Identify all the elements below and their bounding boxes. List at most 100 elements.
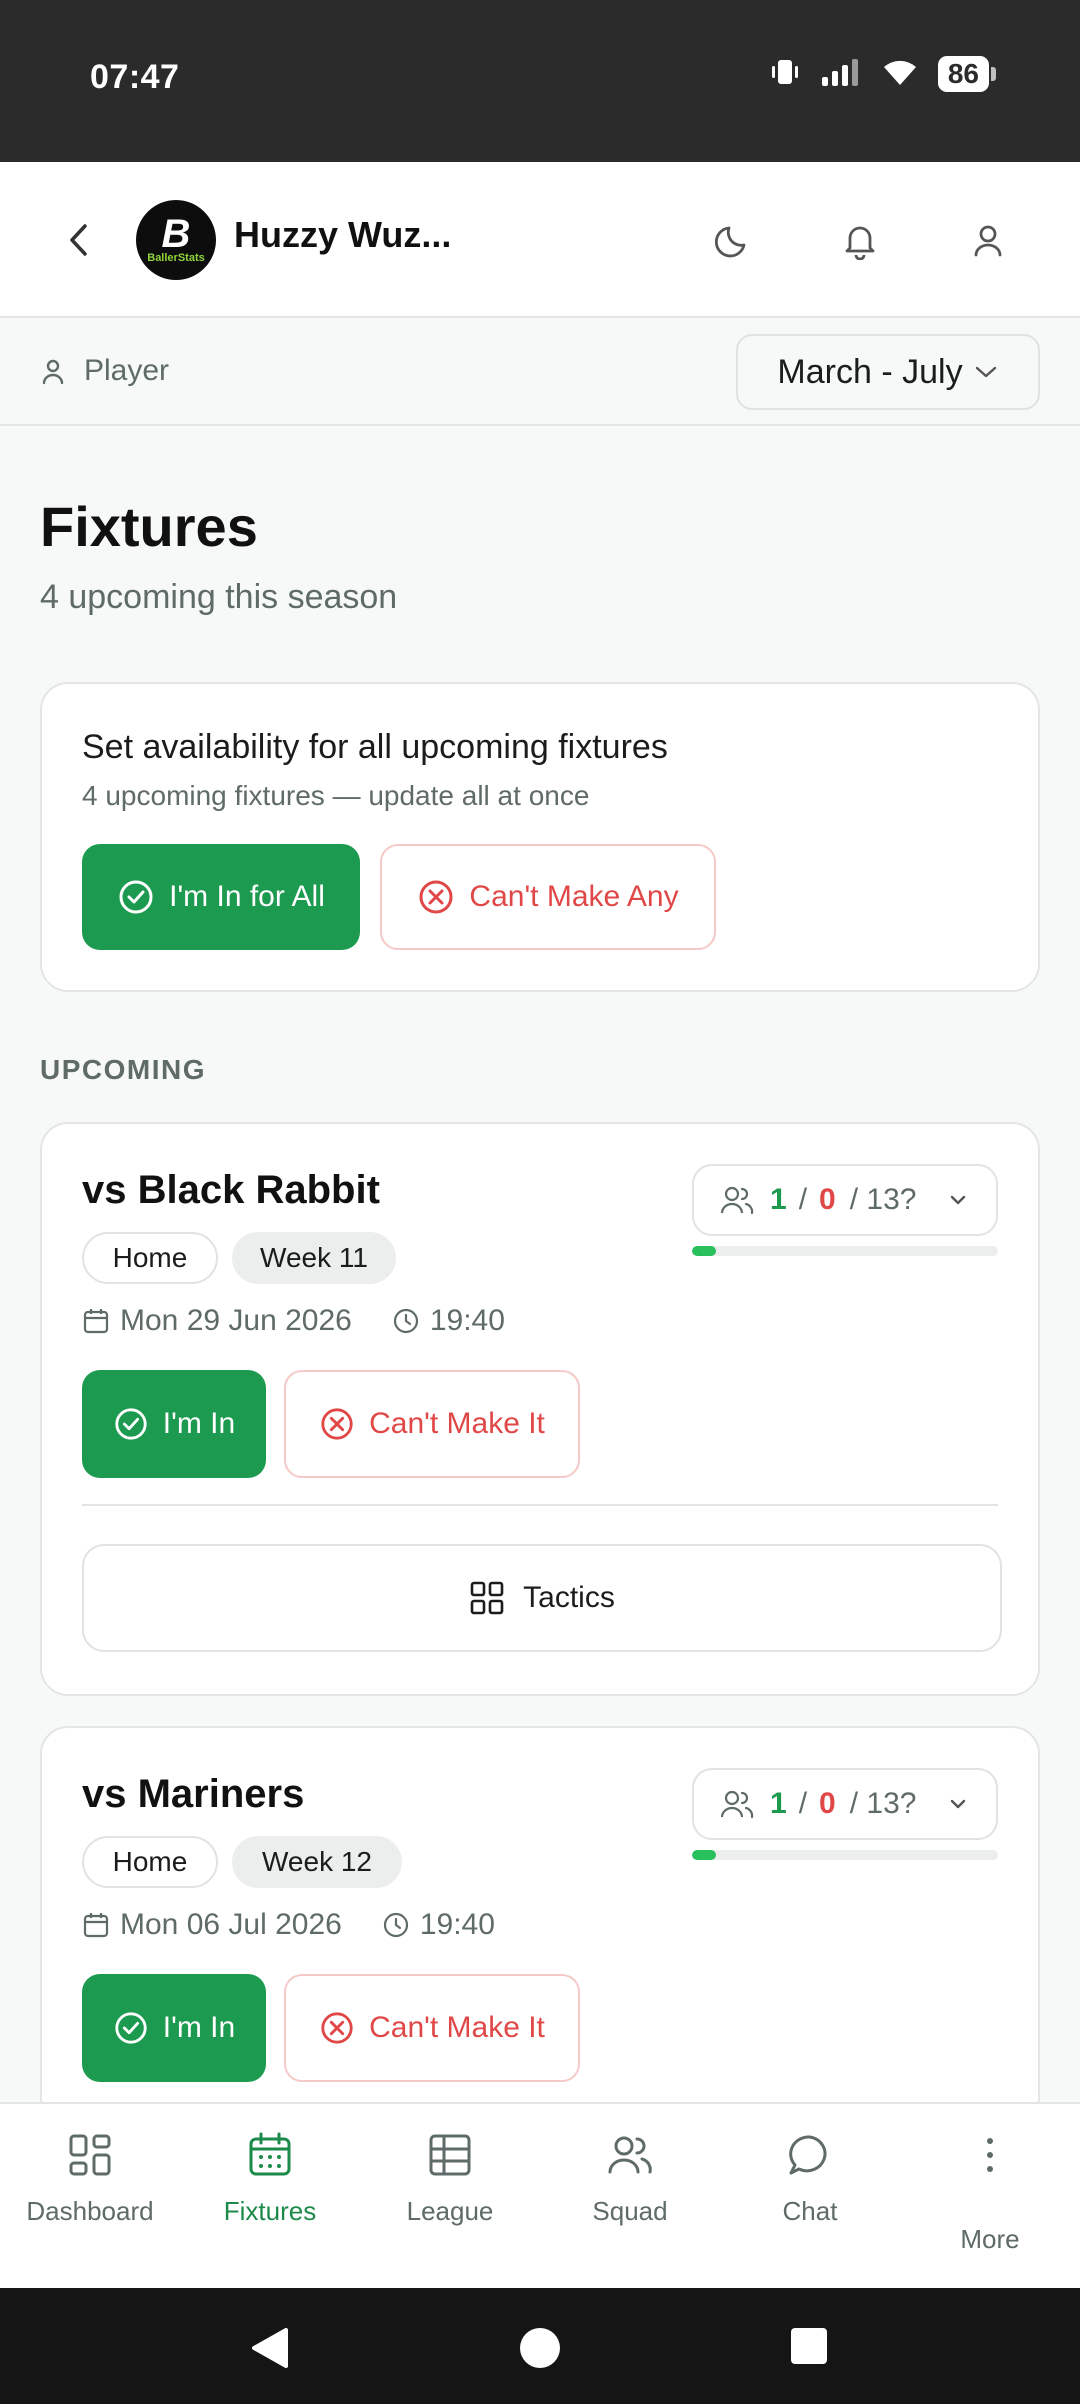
im-in-button[interactable]: I'm In <box>82 1974 266 2082</box>
notifications-button[interactable] <box>830 210 890 270</box>
cant-make-it-label: Can't Make It <box>369 2011 545 2044</box>
table-icon <box>429 2134 471 2176</box>
role-indicator: Player <box>40 354 169 388</box>
moon-icon <box>714 226 746 258</box>
fixture-opponent: vs Black Rabbit <box>82 1168 380 1212</box>
circle-home-icon <box>520 2328 560 2368</box>
im-in-for-all-button[interactable]: I'm In for All <box>82 844 360 950</box>
progress-fill <box>692 1850 716 1860</box>
status-time: 07:47 <box>90 58 180 96</box>
total-count: / 13? <box>849 1183 917 1216</box>
role-bar: Player March - July <box>0 318 1080 426</box>
user-icon <box>974 225 1002 257</box>
fixture-card: vs Black Rabbit Home Week 11 Mon 29 Jun … <box>40 1122 1040 1696</box>
check-circle-icon <box>115 1408 147 1440</box>
fixture-time: 19:40 <box>419 1908 495 1941</box>
im-in-for-all-label: I'm In for All <box>169 880 325 913</box>
nav-label: Squad <box>592 2196 668 2226</box>
x-circle-icon <box>419 880 453 914</box>
availability-summary[interactable]: 1 / 0 / 13? <box>692 1768 998 1840</box>
season-label: March - July <box>777 352 963 391</box>
back-button[interactable] <box>58 214 98 266</box>
unavailable-count: 0 <box>819 1183 836 1216</box>
nav-item-dashboard[interactable]: Dashboard <box>0 2132 180 2227</box>
week-badge: Week 11 <box>232 1232 396 1284</box>
wifi-icon <box>880 57 920 92</box>
cant-make-any-label: Can't Make Any <box>469 880 679 913</box>
nav-item-more[interactable]: More <box>900 2132 1080 2255</box>
chevron-left-icon <box>70 224 87 256</box>
calendar-icon <box>249 2132 291 2176</box>
page-title: Fixtures <box>40 495 258 558</box>
system-home-button[interactable] <box>518 2326 562 2375</box>
bulk-description: 4 upcoming fixtures — update all at once <box>82 780 590 811</box>
im-in-button[interactable]: I'm In <box>82 1370 266 1478</box>
grid-icon <box>470 1581 504 1615</box>
triangle-back-icon <box>252 2328 288 2368</box>
nav-label: League <box>406 2196 494 2226</box>
square-recents-icon <box>791 2328 827 2364</box>
venue-badge: Home <box>82 1836 218 1888</box>
nav-item-league[interactable]: League <box>360 2132 540 2227</box>
bell-icon <box>845 226 875 260</box>
nav-label: More <box>960 2224 1020 2254</box>
chevron-down-icon <box>975 366 996 378</box>
cant-make-it-button[interactable]: Can't Make It <box>284 1974 580 2082</box>
bulk-availability-card: Set availability for all upcoming fixtur… <box>40 682 1040 992</box>
system-nav-bar <box>0 2288 1080 2404</box>
tactics-button[interactable]: Tactics <box>82 1544 1002 1652</box>
status-bar: 07:47 86 <box>0 0 1080 162</box>
battery-level: 86 <box>937 56 989 92</box>
nav-item-squad[interactable]: Squad <box>540 2132 720 2227</box>
check-circle-icon <box>115 2012 147 2044</box>
available-count: 1 <box>770 1787 787 1820</box>
role-label: Player <box>84 354 170 387</box>
check-circle-icon <box>119 880 153 914</box>
nav-item-fixtures[interactable]: Fixtures <box>180 2132 360 2227</box>
team-name[interactable]: Huzzy Wuz... <box>234 214 451 256</box>
bulk-title: Set availability for all upcoming fixtur… <box>82 728 668 766</box>
profile-button[interactable] <box>958 210 1018 270</box>
availability-progress <box>692 1850 998 1860</box>
chevron-down-icon <box>950 1799 966 1809</box>
user-icon <box>42 359 64 385</box>
fixture-date: Mon 06 Jul 2026 <box>120 1908 342 1941</box>
nav-item-chat[interactable]: Chat <box>720 2132 900 2227</box>
fixture-meta: Mon 29 Jun 2026 19:40 <box>82 1304 505 1338</box>
bottom-nav: Dashboard Fixtures League Squad Chat Mor… <box>0 2102 1080 2288</box>
users-icon <box>720 1186 754 1215</box>
team-logo: B BallerStats <box>136 200 216 280</box>
system-icons: 86 <box>768 56 996 92</box>
app-header: B BallerStats Huzzy Wuz... <box>0 162 1080 318</box>
theme-toggle-button[interactable] <box>704 210 764 270</box>
x-circle-icon <box>321 1408 353 1440</box>
cant-make-it-button[interactable]: Can't Make It <box>284 1370 580 1478</box>
dashboard-icon <box>69 2134 111 2176</box>
tactics-label: Tactics <box>523 1581 615 1614</box>
cant-make-it-label: Can't Make It <box>369 1407 545 1440</box>
fixture-meta: Mon 06 Jul 2026 19:40 <box>82 1908 495 1942</box>
im-in-label: I'm In <box>162 2011 236 2044</box>
calendar-icon <box>82 1911 110 1939</box>
system-back-button[interactable] <box>248 2326 290 2375</box>
chat-icon <box>789 2135 827 2175</box>
clock-icon <box>392 1307 420 1335</box>
calendar-icon <box>82 1307 110 1335</box>
available-count: 1 <box>770 1183 787 1216</box>
season-select[interactable]: March - July <box>736 334 1040 410</box>
venue-badge: Home <box>82 1232 218 1284</box>
nav-label: Dashboard <box>26 2196 154 2226</box>
availability-progress <box>692 1246 998 1256</box>
users-icon <box>720 1790 754 1819</box>
unavailable-count: 0 <box>819 1787 836 1820</box>
system-recents-button[interactable] <box>789 2326 829 2371</box>
week-badge: Week 12 <box>232 1836 402 1888</box>
chevron-down-icon <box>950 1195 966 1205</box>
progress-fill <box>692 1246 716 1256</box>
fixture-opponent: vs Mariners <box>82 1772 305 1816</box>
cant-make-any-button[interactable]: Can't Make Any <box>380 844 716 950</box>
total-count: / 13? <box>849 1787 917 1820</box>
section-upcoming: UPCOMING <box>40 1054 206 1085</box>
more-vertical-icon <box>987 2138 993 2172</box>
availability-summary[interactable]: 1 / 0 / 13? <box>692 1164 998 1236</box>
